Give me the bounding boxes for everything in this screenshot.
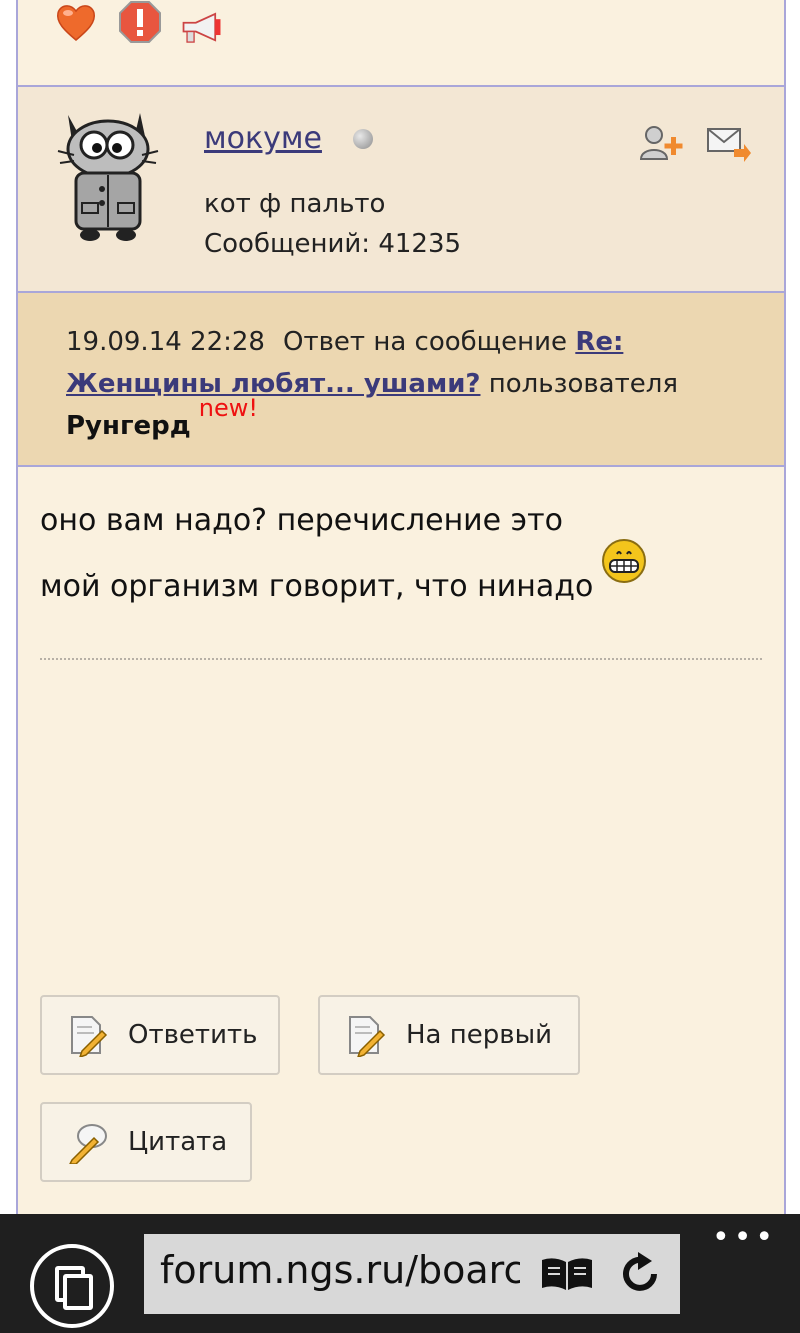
edit-document-icon xyxy=(71,1016,108,1057)
url-text: forum.ngs.ru/boarc xyxy=(160,1248,520,1292)
reply-button[interactable]: Ответить xyxy=(40,995,280,1075)
more-options-button[interactable]: ••• xyxy=(712,1220,773,1255)
private-message-icon[interactable] xyxy=(706,123,752,163)
reply-info: 19.09.14 22:28 Ответ на сообщение Re: Жен… xyxy=(18,293,784,467)
post-author-block: мокуме кот ф пальто Сообщений: 41235 xyxy=(18,87,784,293)
forum-page: мокуме кот ф пальто Сообщений: 41235 19.… xyxy=(16,0,786,1214)
reply-by-label: пользователя xyxy=(488,369,679,399)
first-button-label: На первый xyxy=(406,1020,552,1050)
quote-button-label: Цитата xyxy=(128,1127,228,1157)
heart-icon[interactable] xyxy=(54,0,98,44)
add-friend-icon[interactable] xyxy=(638,123,684,163)
post-count-label: Сообщений: xyxy=(204,229,371,259)
tabs-icon-front-square xyxy=(63,1274,93,1310)
avatar[interactable] xyxy=(54,107,162,243)
post-text: оно вам надо? перечисление это мой орган… xyxy=(40,490,780,618)
post-count-value: 41235 xyxy=(378,229,462,259)
go-to-first-button[interactable]: На первый xyxy=(318,995,580,1075)
new-badge: new! xyxy=(198,394,259,422)
quote-icon xyxy=(69,1124,107,1164)
smile-icon xyxy=(602,539,647,583)
post-line: оно вам надо? перечисление это xyxy=(40,503,563,538)
quote-button[interactable]: Цитата xyxy=(40,1102,252,1182)
post-line: мой организм говорит, что нинадо xyxy=(40,569,594,604)
user-post-count: Сообщений: 41235 xyxy=(204,229,461,259)
url-field[interactable]: forum.ngs.ru/boarc xyxy=(144,1234,680,1314)
reading-view-icon[interactable] xyxy=(540,1256,594,1292)
username-link[interactable]: мокуме xyxy=(204,121,322,156)
edit-document-icon xyxy=(349,1016,386,1057)
tabs-icon[interactable] xyxy=(30,1244,114,1328)
reply-prefix: Ответ на сообщение xyxy=(282,327,568,357)
reply-button-label: Ответить xyxy=(128,1020,258,1050)
post-date: 19.09.14 22:28 xyxy=(66,327,265,357)
post-actions-strip xyxy=(18,0,784,87)
alert-icon[interactable] xyxy=(118,0,162,44)
post-line-with-smile: мой организм говорит, что нинадо xyxy=(40,539,780,618)
browser-address-bar: forum.ngs.ru/boarc ••• xyxy=(0,1214,800,1333)
offline-status-icon xyxy=(353,129,373,149)
user-title: кот ф пальто xyxy=(204,189,386,219)
megaphone-icon[interactable] xyxy=(180,6,224,50)
post-divider xyxy=(40,658,762,660)
replied-author: Рунгерд xyxy=(66,411,191,441)
refresh-icon[interactable] xyxy=(618,1252,662,1296)
